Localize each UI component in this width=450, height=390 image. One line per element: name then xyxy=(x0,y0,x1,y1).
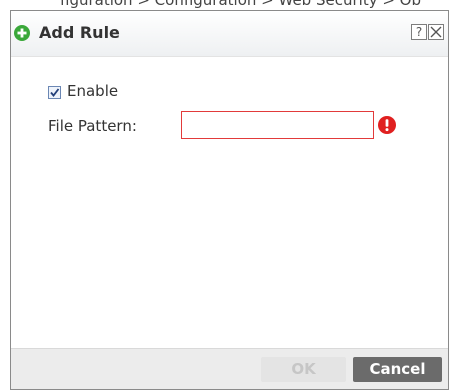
cancel-button[interactable]: Cancel xyxy=(353,357,442,382)
add-rule-dialog: Add Rule ? Enable File Pattern: OK Cance… xyxy=(10,10,449,390)
add-circle-icon xyxy=(14,25,30,41)
dialog-footer: OK Cancel xyxy=(11,348,448,389)
close-icon xyxy=(430,26,442,38)
enable-label: Enable xyxy=(67,82,119,100)
ok-button[interactable]: OK xyxy=(261,357,346,382)
enable-checkbox[interactable] xyxy=(48,86,61,99)
error-exclamation-icon xyxy=(378,116,396,134)
file-pattern-label: File Pattern: xyxy=(48,117,137,135)
help-button[interactable]: ? xyxy=(411,24,427,40)
checkmark-icon xyxy=(50,88,60,97)
background-page-text: figuration > Configuration > Web Securit… xyxy=(0,0,450,9)
close-button[interactable] xyxy=(428,24,444,40)
dialog-header: Add Rule ? xyxy=(11,11,448,57)
file-pattern-input[interactable] xyxy=(181,111,374,139)
question-mark-icon: ? xyxy=(415,25,423,39)
background-breadcrumb: figuration > Configuration > Web Securit… xyxy=(60,0,422,9)
dialog-title: Add Rule xyxy=(39,23,120,42)
